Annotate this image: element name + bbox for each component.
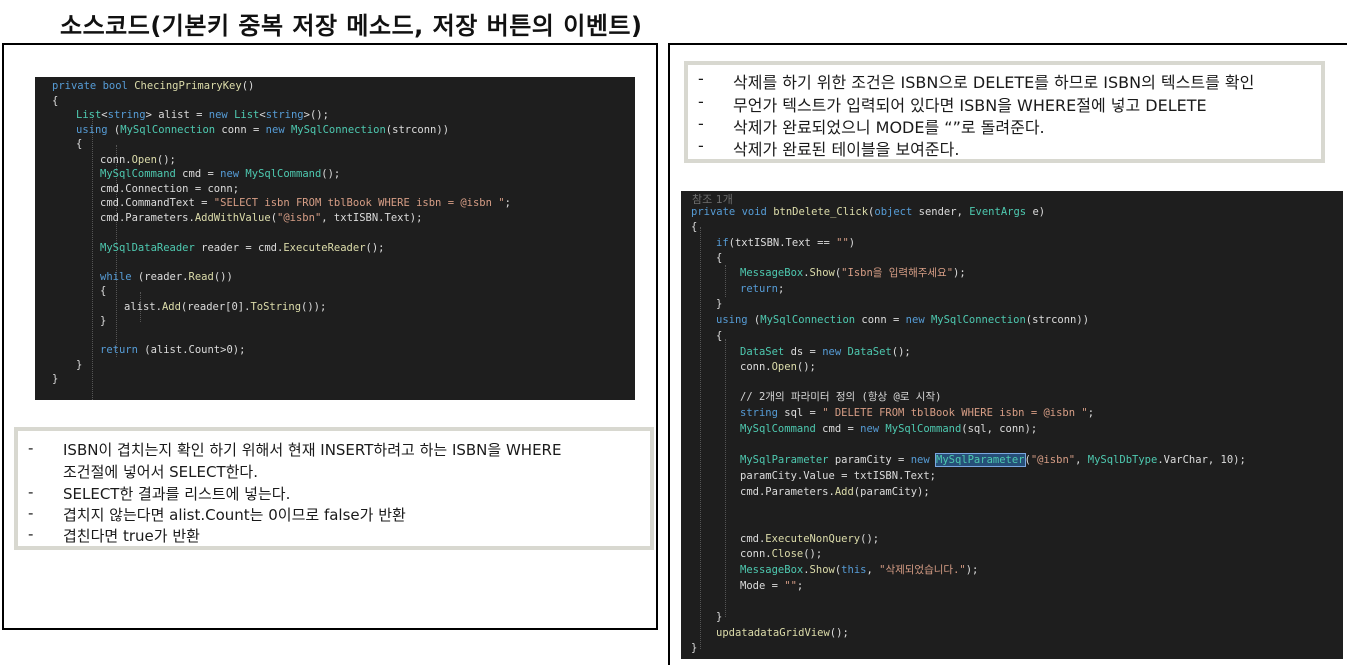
code-line-2: { [691, 221, 698, 233]
code-line-19: return (alist.Count>0); [100, 344, 246, 356]
code-line-23: conn.Close(); [740, 548, 823, 560]
code-line-17: MySqlParameter paramCity = new MySqlPara… [740, 453, 1246, 467]
indent-guide [700, 227, 701, 649]
code-line-7: MySqlCommand cmd = new MySqlCommand(); [100, 168, 341, 180]
code-line-9: { [716, 330, 723, 342]
code-line-6: conn.Open(); [100, 154, 176, 166]
code-line-5: { [76, 138, 83, 150]
code-line-1: private bool ChecingPrimaryKey() [52, 80, 255, 92]
code-line-4: using (MySqlConnection conn = new MySqlC… [76, 124, 450, 136]
code-line-3: List<string> alist = new List<string>(); [76, 109, 329, 121]
code-line-16: alist.Add(reader[0].ToString()); [124, 301, 327, 313]
code-line-2: { [52, 95, 59, 107]
page-title: 소스코드(기본키 중복 저장 메소드, 저장 버튼의 이벤트) [60, 12, 643, 40]
indent-guide [725, 265, 726, 297]
right-code-block: 참조 1개 private void btnDelete_Click(objec… [681, 191, 1343, 659]
code-line-21: } [52, 373, 59, 385]
code-line-10: cmd.Parameters.AddWithValue("@isbn", txt… [100, 212, 423, 224]
code-line-13: // 2개의 파라미터 정의 (항상 @로 시작) [740, 391, 942, 403]
code-line-18: paramCity.Value = txtISBN.Text; [740, 470, 936, 482]
code-line-9: cmd.CommandText = "SELECT isbn FROM tblB… [100, 197, 511, 209]
code-line-4: { [716, 252, 723, 264]
code-line-11: conn.Open(); [740, 361, 816, 373]
code-line-14: string sql = " DELETE FROM tblBook WHERE… [740, 407, 1095, 419]
code-line-29: } [691, 642, 698, 654]
indent-guide [725, 339, 726, 617]
code-line-17: } [100, 315, 107, 327]
code-line-14: while (reader.Read()) [100, 271, 233, 283]
code-line-6: return; [740, 283, 785, 295]
code-line-10: DataSet ds = new DataSet(); [740, 346, 911, 358]
code-line-8: cmd.Connection = conn; [100, 183, 240, 195]
code-line-12: MySqlDataReader reader = cmd.ExecuteRead… [100, 242, 385, 254]
code-line-25: Mode = ""; [740, 580, 804, 592]
code-line-5: MessageBox.Show("Isbn을 입력해주세요"); [740, 267, 966, 279]
code-line-22: cmd.ExecuteNonQuery(); [740, 533, 880, 545]
left-code-block: private bool ChecingPrimaryKey() { List<… [35, 77, 635, 400]
code-line-20: } [76, 359, 83, 371]
code-line-24: MessageBox.Show(this, "삭제되었습니다."); [740, 564, 979, 576]
code-line-19: cmd.Parameters.Add(paramCity); [740, 486, 930, 498]
left-notes-box: - ISBN이 겹치는지 확인 하기 위해서 현재 INSERT하려고 하는 IS… [14, 427, 654, 550]
code-line-28: updatadataGridView(); [716, 627, 849, 639]
indent-guide [92, 115, 93, 400]
code-line-27: } [716, 611, 723, 623]
right-notes-box: - 삭제를 하기 위한 조건은 ISBN으로 DELETE를 하므로 ISBN의 … [684, 61, 1325, 163]
code-line-15: { [100, 285, 107, 297]
code-line-7: } [716, 298, 723, 310]
code-line-1: private void btnDelete_Click(object send… [691, 206, 1046, 218]
code-line-8: using (MySqlConnection conn = new MySqlC… [716, 314, 1090, 326]
code-line-15: MySqlCommand cmd = new MySqlCommand(sql,… [740, 423, 1038, 435]
code-line-3: if(txtISBN.Text == "") [716, 237, 856, 249]
